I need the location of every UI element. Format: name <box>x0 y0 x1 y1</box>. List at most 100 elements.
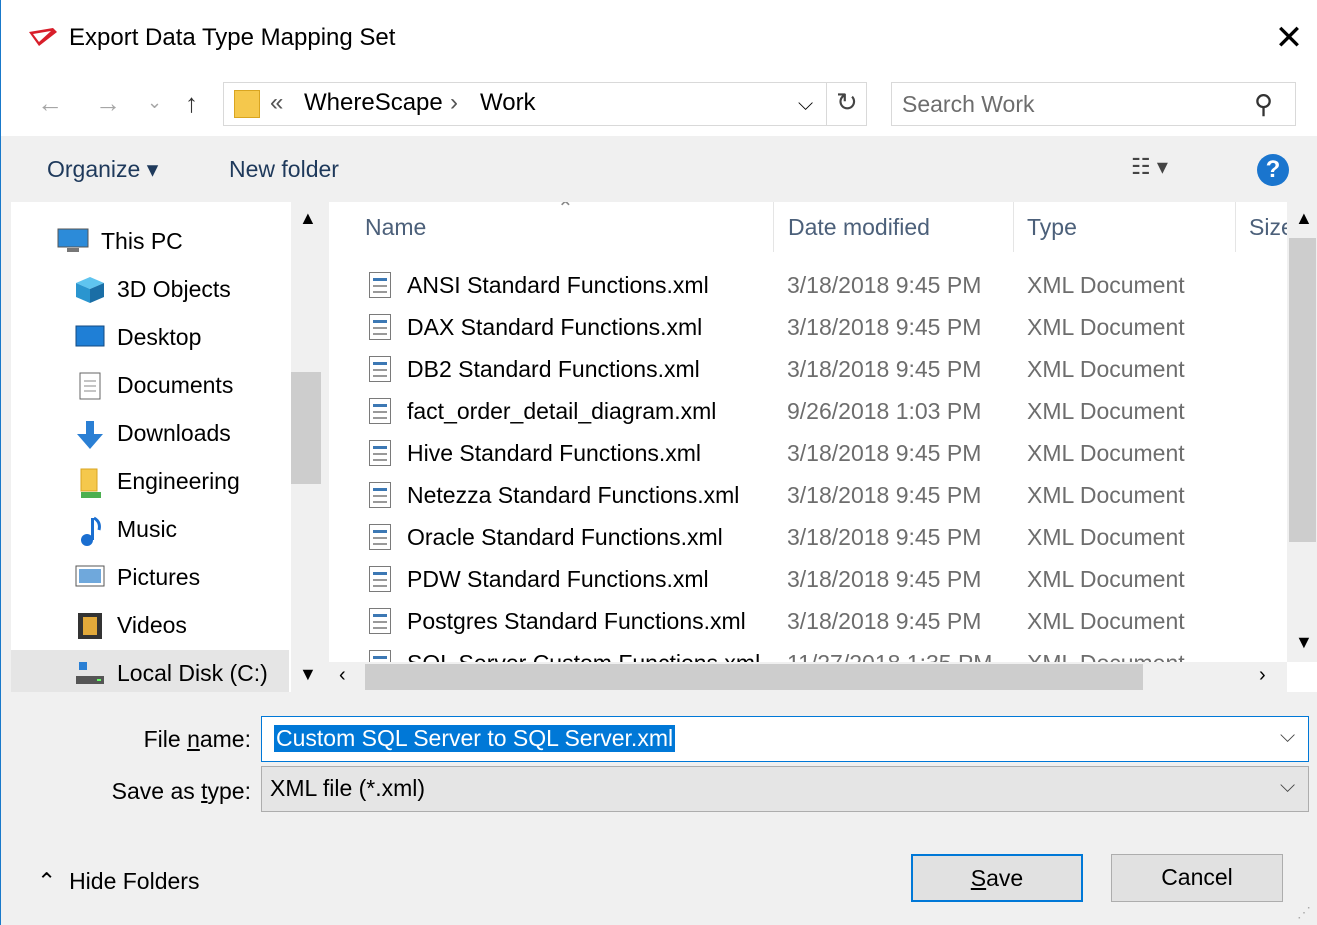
column-divider[interactable] <box>1013 202 1014 252</box>
column-divider[interactable] <box>773 202 774 252</box>
close-icon[interactable]: ✕ <box>1269 20 1309 60</box>
up-arrow-icon[interactable]: ↑ <box>185 88 198 119</box>
refresh-icon[interactable]: ↻ <box>836 87 858 118</box>
save-as-type-label: Save as type: <box>111 778 251 804</box>
file-row[interactable]: ANSI Standard Functions.xml 3/18/2018 9:… <box>329 264 1289 306</box>
search-icon[interactable]: ⚲ <box>1254 89 1273 120</box>
file-row[interactable]: Netezza Standard Functions.xml 3/18/2018… <box>329 474 1289 516</box>
file-name: DAX Standard Functions.xml <box>407 314 703 340</box>
file-row[interactable]: fact_order_detail_diagram.xml 9/26/2018 … <box>329 390 1289 432</box>
breadcrumb-work[interactable]: Work <box>480 89 536 117</box>
command-bar: Organize ▾ New folder ☷ ▾ ? <box>1 136 1317 202</box>
cancel-button[interactable]: Cancel <box>1111 854 1283 902</box>
new-folder-button[interactable]: New folder <box>229 156 339 183</box>
nav-item-engineering[interactable]: Engineering <box>11 458 289 504</box>
window-title: Export Data Type Mapping Set <box>69 24 396 51</box>
column-header-type[interactable]: Type <box>1027 214 1077 241</box>
resize-grip-icon[interactable]: ⋰ <box>1297 904 1311 921</box>
organize-menu-button[interactable]: Organize ▾ <box>47 156 158 183</box>
breadcrumb-overflow-icon[interactable]: « <box>270 89 283 117</box>
file-date: 3/18/2018 9:45 PM <box>787 482 982 508</box>
file-date: 3/18/2018 9:45 PM <box>787 272 982 298</box>
file-row[interactable]: Hive Standard Functions.xml 3/18/2018 9:… <box>329 432 1289 474</box>
recent-locations-chevron-icon[interactable]: ⌄ <box>147 92 162 113</box>
scroll-thumb[interactable] <box>365 664 1143 690</box>
xml-file-icon <box>369 398 391 424</box>
download-icon <box>75 420 105 449</box>
breadcrumb-wherescape[interactable]: WhereScape <box>304 89 443 117</box>
file-name: Postgres Standard Functions.xml <box>407 608 746 634</box>
nav-label: Engineering <box>117 468 240 494</box>
column-divider[interactable] <box>1235 202 1236 252</box>
file-row[interactable]: Oracle Standard Functions.xml 3/18/2018 … <box>329 516 1289 558</box>
file-list-horizontal-scrollbar[interactable]: ‹ › <box>329 662 1287 692</box>
drive-icon <box>75 660 105 686</box>
file-name-field[interactable]: Custom SQL Server to SQL Server.xml ⌵ <box>261 716 1309 762</box>
save-as-type-select[interactable]: XML file (*.xml) ⌵ <box>261 766 1309 812</box>
file-type: XML Document <box>1027 314 1185 340</box>
file-type: XML Document <box>1027 482 1185 508</box>
address-row: ← → ⌄ ↑ « WhereScape › Work ⌵ ↻ ⚲ <box>1 70 1317 136</box>
file-row[interactable]: DAX Standard Functions.xml 3/18/2018 9:4… <box>329 306 1289 348</box>
file-type: XML Document <box>1027 440 1185 466</box>
nav-item-videos[interactable]: Videos <box>11 602 289 648</box>
navigation-pane: This PC 3D Objects Desktop Documents Dow… <box>11 202 321 692</box>
file-date: 3/18/2018 9:45 PM <box>787 440 982 466</box>
save-button[interactable]: Save <box>911 854 1083 902</box>
computer-icon <box>57 228 89 254</box>
scroll-down-icon[interactable]: ▼ <box>299 664 317 685</box>
folder-icon <box>79 468 109 498</box>
file-list-vertical-scrollbar[interactable]: ▲ ▼ <box>1287 202 1317 662</box>
scroll-thumb[interactable] <box>291 372 321 484</box>
file-date: 9/26/2018 1:03 PM <box>787 398 982 424</box>
file-type: XML Document <box>1027 566 1185 592</box>
nav-item-downloads[interactable]: Downloads <box>11 410 289 456</box>
file-row[interactable]: PDW Standard Functions.xml 3/18/2018 9:4… <box>329 558 1289 600</box>
help-icon[interactable]: ? <box>1257 154 1289 186</box>
file-name: Netezza Standard Functions.xml <box>407 482 740 508</box>
nav-item-local-disk[interactable]: Local Disk (C:) <box>11 650 289 692</box>
file-name: Oracle Standard Functions.xml <box>407 524 723 550</box>
search-box[interactable]: ⚲ <box>891 82 1296 126</box>
change-view-icon[interactable]: ☷ ▾ <box>1131 154 1168 180</box>
desktop-icon <box>75 324 105 350</box>
scroll-right-icon[interactable]: › <box>1259 664 1266 687</box>
file-type: XML Document <box>1027 524 1185 550</box>
file-type: XML Document <box>1027 398 1185 424</box>
scroll-up-icon[interactable]: ▲ <box>1295 208 1313 229</box>
nav-scrollbar[interactable]: ▲ ▼ <box>291 202 321 692</box>
search-input[interactable] <box>900 87 1244 121</box>
chevron-down-icon[interactable]: ⌵ <box>1280 725 1295 748</box>
address-bar[interactable]: « WhereScape › Work ⌵ ↻ <box>223 82 867 126</box>
forward-arrow-icon[interactable]: → <box>95 88 121 119</box>
scroll-down-icon[interactable]: ▼ <box>1295 632 1313 653</box>
file-type: XML Document <box>1027 356 1185 382</box>
chevron-down-icon[interactable]: ⌵ <box>1280 775 1295 798</box>
nav-label: Downloads <box>117 420 231 446</box>
xml-file-icon <box>369 272 391 298</box>
address-dropdown-icon[interactable]: ⌵ <box>798 93 813 116</box>
xml-file-icon <box>369 608 391 634</box>
column-header-name[interactable]: Name <box>365 214 426 241</box>
file-row[interactable]: Postgres Standard Functions.xml 3/18/201… <box>329 600 1289 642</box>
file-type: XML Document <box>1027 608 1185 634</box>
nav-item-documents[interactable]: Documents <box>11 362 289 408</box>
file-name-value[interactable]: Custom SQL Server to SQL Server.xml <box>274 725 676 752</box>
scroll-up-icon[interactable]: ▲ <box>299 208 317 229</box>
nav-item-desktop[interactable]: Desktop <box>11 314 289 360</box>
save-dialog: Export Data Type Mapping Set ✕ ← → ⌄ ↑ «… <box>0 0 1317 925</box>
nav-item-this-pc[interactable]: This PC <box>11 218 289 264</box>
nav-item-3d-objects[interactable]: 3D Objects <box>11 266 289 312</box>
breadcrumb-separator-icon[interactable]: › <box>450 89 458 117</box>
nav-label: 3D Objects <box>117 276 231 302</box>
scroll-left-icon[interactable]: ‹ <box>339 664 346 687</box>
nav-item-pictures[interactable]: Pictures <box>11 554 289 600</box>
hide-folders-button[interactable]: ⌃ Hide Folders <box>37 868 199 895</box>
scroll-thumb[interactable] <box>1289 238 1316 542</box>
nav-item-music[interactable]: Music <box>11 506 289 552</box>
file-row[interactable]: DB2 Standard Functions.xml 3/18/2018 9:4… <box>329 348 1289 390</box>
column-header-date-modified[interactable]: Date modified <box>788 214 930 241</box>
nav-label: Pictures <box>117 564 201 590</box>
back-arrow-icon[interactable]: ← <box>37 88 63 119</box>
title-bar: Export Data Type Mapping Set ✕ <box>1 0 1317 70</box>
